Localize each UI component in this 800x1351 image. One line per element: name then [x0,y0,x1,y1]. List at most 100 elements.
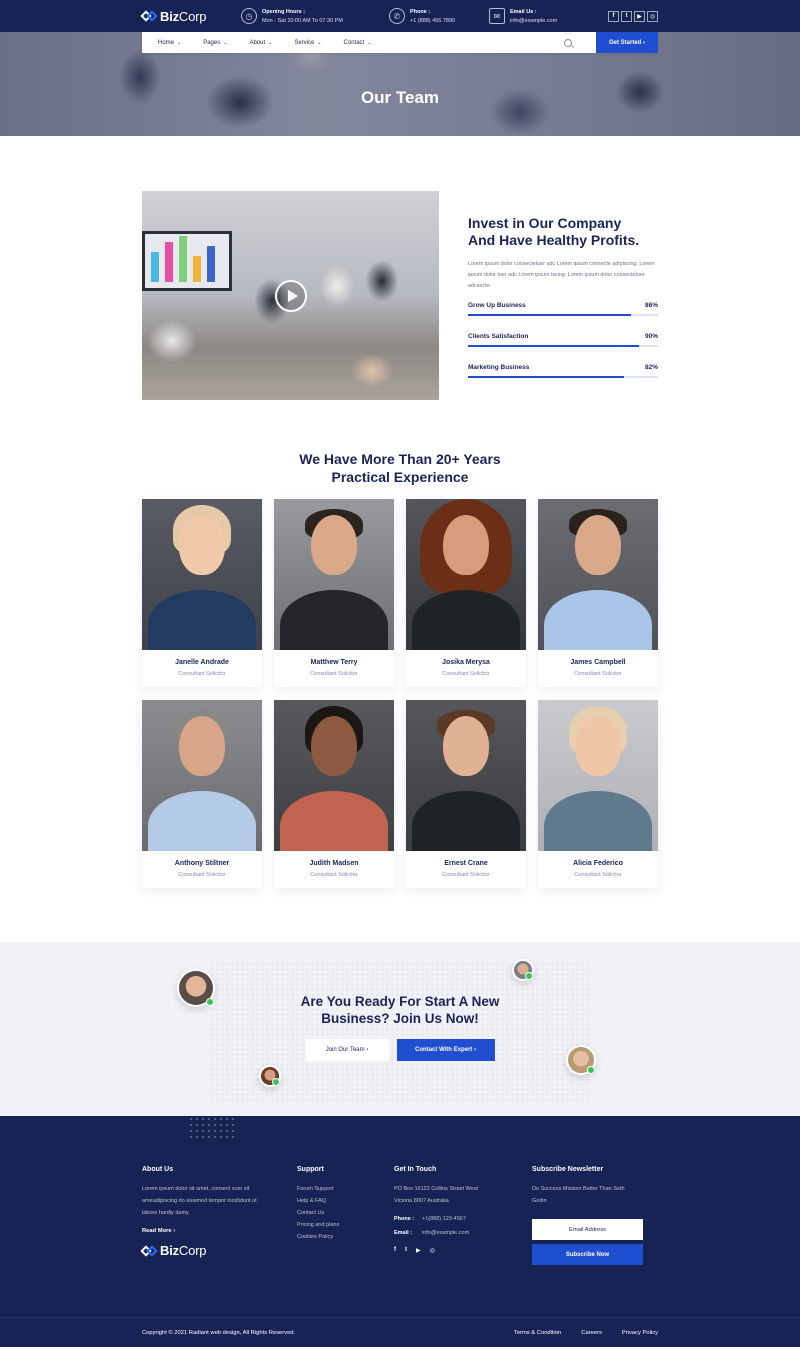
privacy-link[interactable]: Privacy Policy [622,1330,658,1336]
cta-buttons: Join Our Team › Contact With Expert › [0,1039,800,1061]
nav-home[interactable]: Home ⌄ [142,40,192,46]
member-name: Matthew Terry [310,659,358,666]
read-more-link[interactable]: Read More › [142,1225,297,1237]
phone-value[interactable]: +1 (888) 456 7890 [410,18,455,24]
footer-bottom-links: Terms & Condition Careers Privacy Policy [514,1330,658,1336]
team-title-line2: Practical Experience [331,469,469,485]
hero-banner: Home ⌄ Pages ⌄ About ⌄ Service ⌄ Contact ⌄ Ge… [0,32,800,136]
invest-text: Invest in Our Company And Have Healthy Pr… [468,191,658,400]
subscribe-button[interactable]: Subscribe Now [532,1244,643,1265]
terms-link[interactable]: Terms & Condition [514,1330,561,1336]
search-icon[interactable] [564,38,572,47]
team-card[interactable]: Josika Merysa Consultant Solicitor [406,499,526,687]
footer-link[interactable]: Cookies Policy [297,1231,394,1243]
nav-about[interactable]: About ⌄ [238,40,283,46]
face-shape [311,716,357,776]
footer-link[interactable]: Pricing and plans [297,1219,394,1231]
member-role: Consultant Solicitor [310,872,358,878]
member-name: Anthony Stiltner [174,860,230,867]
brand-name-light: Corp [178,1243,207,1258]
play-icon[interactable] [275,280,307,312]
footer-contact: Get In Touch PO Box 16122 Collins Street… [394,1166,532,1265]
instagram-icon[interactable]: ◎ [647,10,658,22]
skill-track [468,314,658,316]
get-started-button[interactable]: Get Started › [596,32,658,53]
body-shape [544,590,652,650]
team-grid: Janelle Andrade Consultant Solicitor Mat… [142,499,658,888]
email-input[interactable]: Email Address [532,1219,643,1240]
cta-title: Are You Ready For Start A New Business? J… [0,942,800,1027]
member-role: Consultant Solicitor [442,671,490,677]
phone-icon: ✆ [389,8,405,24]
youtube-icon[interactable]: ▶ [416,1247,421,1254]
team-card[interactable]: Alicia Federico Consultant Solicitor [538,700,658,888]
copyright: Copyright © 2021 Radiant web design, All… [142,1330,296,1336]
cta-title-line2: Business? Join Us Now! [321,1011,479,1026]
nav-pages[interactable]: Pages ⌄ [192,40,238,46]
skill-track [468,376,658,378]
page-title: Our Team [360,88,440,107]
contact-expert-button[interactable]: Contact With Expert › [396,1039,495,1061]
facebook-icon[interactable]: f [608,10,619,22]
nav-contact[interactable]: Contact ⌄ [333,40,383,46]
facebook-icon[interactable]: f [394,1247,396,1254]
twitter-icon[interactable]: t [405,1247,407,1254]
footer-link[interactable]: Contact Us [297,1207,394,1219]
face-shape [179,515,225,575]
footer-support-title: Support [297,1166,324,1173]
nav-service-label: Service [294,39,315,46]
team-card[interactable]: Judith Madsen Consultant Solicitor [274,700,394,888]
team-card[interactable]: Janelle Andrade Consultant Solicitor [142,499,262,687]
face-shape [443,716,489,776]
member-role: Consultant Solicitor [178,872,226,878]
team-card[interactable]: Anthony Stiltner Consultant Solicitor [142,700,262,888]
footer-contact-title: Get In Touch [394,1166,437,1173]
team-card[interactable]: Ernest Crane Consultant Solicitor [406,700,526,888]
nav-service[interactable]: Service ⌄ [283,40,332,46]
join-team-button[interactable]: Join Our Team › [305,1039,389,1061]
invest-title: Invest in Our Company And Have Healthy Pr… [468,215,658,249]
cta-title-line1: Are You Ready For Start A New [300,994,500,1009]
main-nav: Home ⌄ Pages ⌄ About ⌄ Service ⌄ Contact ⌄ Ge… [142,32,658,53]
youtube-icon[interactable]: ▶ [634,10,645,22]
brand-name-bold: Biz [160,1243,179,1258]
face-shape [575,716,621,776]
hours-value: Mon - Sat 10:00 AM To 07:30 PM [262,17,343,24]
logo-mark-icon [140,1244,158,1257]
footer-about-title: About Us [142,1166,174,1173]
footer-link[interactable]: Forum Support [297,1183,394,1195]
intro-video[interactable] [142,191,439,400]
footer-email-value[interactable]: info@example.com [422,1230,469,1236]
team-card[interactable]: Matthew Terry Consultant Solicitor [274,499,394,687]
member-name: Janelle Andrade [175,659,229,666]
footer-columns: About Us Lorem ipsum dolor sit amet, con… [140,1116,658,1265]
footer-support: Support Forum Support Help & FAQ Contact… [297,1166,394,1265]
invest-title-line1: Invest in Our Company [468,215,622,231]
footer-phone-value[interactable]: +1(888) 123-4567 [422,1216,466,1222]
skill-bar: Grow Up Business 86% [468,302,658,316]
nav-about-label: About [249,39,266,46]
presentation-screen [142,231,232,291]
footer-link[interactable]: Help & FAQ [297,1195,394,1207]
brand-logo[interactable]: Biz Corp [140,9,241,24]
skill-value: 82% [644,364,658,371]
phone-info: ✆ Phone : +1 (888) 456 7890 [389,8,489,24]
team-card[interactable]: James Campbell Consultant Solicitor [538,499,658,687]
email-label: Email Us : [510,8,537,15]
instagram-icon[interactable]: ◎ [430,1247,435,1254]
team-title-line1: We Have More Than 20+ Years [299,451,501,467]
hours-label: Opening Hours : [262,8,306,15]
footer-logo[interactable]: Biz Corp [140,1243,297,1258]
footer-about: About Us Lorem ipsum dolor sit amet, con… [140,1166,297,1265]
mail-icon: ✉ [489,8,505,24]
careers-link[interactable]: Careers [581,1330,602,1336]
footer-about-text: Lorem ipsum dolor sit amet, consect sum … [142,1186,257,1216]
email-value[interactable]: info@example.com [510,18,557,24]
footer-bottom: Copyright © 2021 Radiant web design, All… [0,1317,800,1347]
footer-phone: Phone : +1(888) 123-4567 [394,1213,532,1225]
member-photo [274,499,394,650]
phone-label: Phone : [410,8,431,15]
nav-home-label: Home [158,39,175,46]
chevron-down-icon: ⌄ [177,39,182,46]
twitter-icon[interactable]: t [621,10,632,22]
